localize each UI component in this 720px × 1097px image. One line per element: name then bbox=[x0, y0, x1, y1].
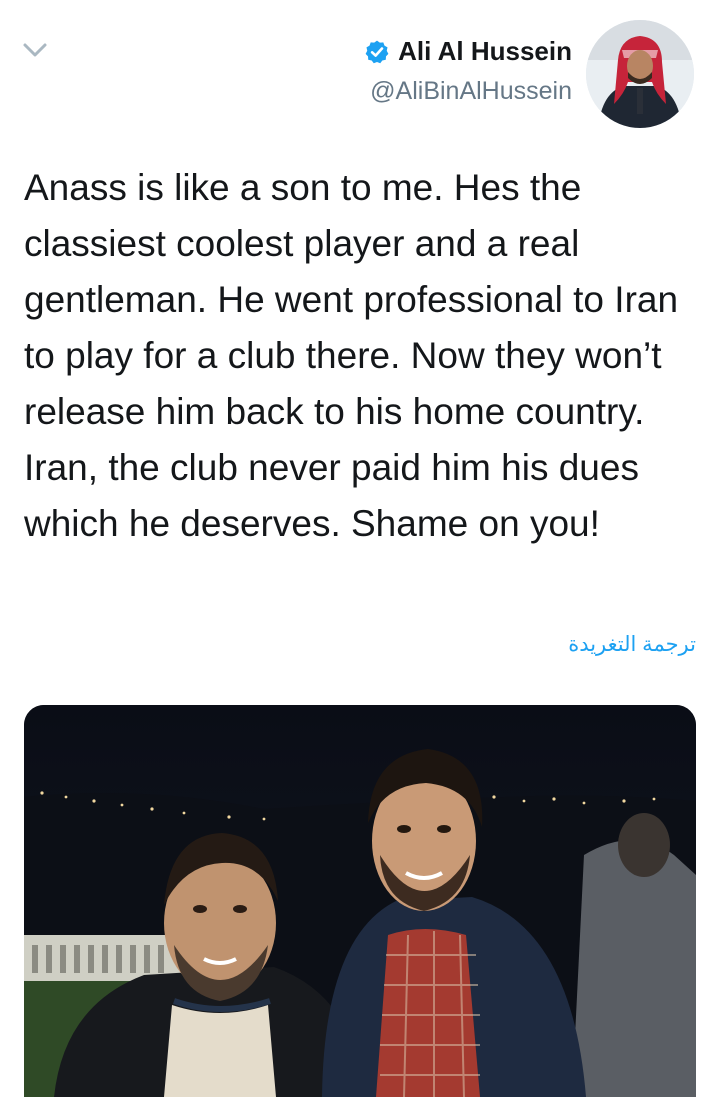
tweet-header: Ali Al Hussein @AliBinAlHussein bbox=[364, 20, 694, 132]
author-display-name[interactable]: Ali Al Hussein bbox=[398, 36, 572, 67]
photo-image bbox=[24, 705, 696, 1097]
chevron-down-icon[interactable] bbox=[22, 40, 48, 60]
avatar-photo bbox=[586, 20, 694, 128]
avatar[interactable] bbox=[586, 20, 694, 128]
name-row: Ali Al Hussein bbox=[364, 36, 572, 67]
verified-badge-icon bbox=[365, 40, 389, 63]
author-handle[interactable]: @AliBinAlHussein bbox=[364, 77, 572, 106]
tweet-text: Anass is like a son to me. Hes the class… bbox=[24, 167, 679, 544]
tweet-photo[interactable] bbox=[24, 705, 696, 1097]
author-names: Ali Al Hussein @AliBinAlHussein bbox=[364, 20, 572, 106]
translate-tweet-link[interactable]: ترجمة التغريدة bbox=[568, 632, 696, 657]
